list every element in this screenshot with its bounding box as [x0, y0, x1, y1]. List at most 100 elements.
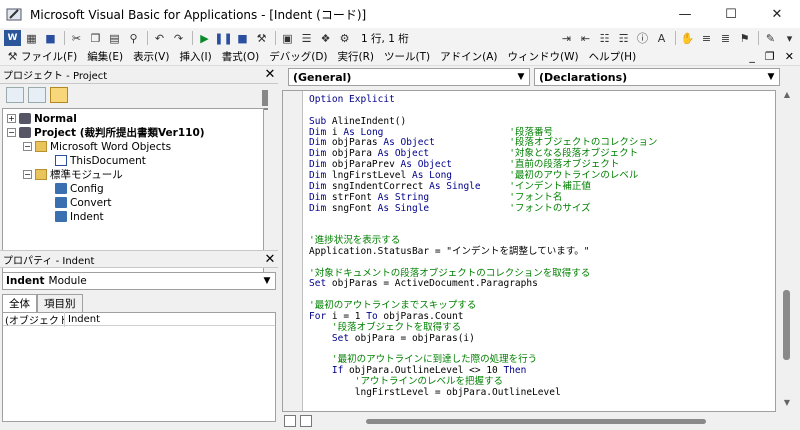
close-button[interactable]: ✕ [754, 0, 800, 28]
object-select[interactable]: Indent Module ▼ [2, 272, 276, 290]
code-line[interactable]: If objPara.OutlineLevel <> 10 Then [309, 366, 527, 376]
toolbox-icon[interactable]: ⚙ [336, 30, 353, 46]
copy-icon[interactable]: ❐ [87, 30, 104, 46]
toolbar-options-icon[interactable]: ▾ [781, 30, 798, 46]
menu-run[interactable]: 実行(R) [338, 49, 375, 64]
menu-file[interactable]: ファイル(F) [21, 49, 77, 64]
scroll-thumb[interactable] [783, 290, 790, 360]
code-line[interactable]: Set objParas = ActiveDocument.Paragraphs [309, 279, 538, 289]
full-module-view-icon[interactable] [300, 415, 312, 427]
tree-item-indent[interactable]: Indent [55, 210, 104, 223]
run-icon[interactable]: ▶ [196, 30, 213, 46]
scroll-thumb[interactable] [366, 419, 706, 424]
reset-icon[interactable]: ■ [234, 30, 251, 46]
procedure-combo[interactable]: (Declarations) ▼ [534, 68, 780, 86]
procedure-view-icon[interactable] [284, 415, 296, 427]
code-horizontal-scrollbar[interactable] [316, 415, 796, 427]
bookmark-icon[interactable]: ⚑ [736, 30, 753, 46]
scroll-down-icon[interactable]: ▼ [778, 398, 796, 412]
list-constants-icon[interactable]: ☶ [615, 30, 632, 46]
project-explorer-splitter[interactable] [262, 90, 268, 110]
child-restore-button[interactable]: ❐ [765, 50, 775, 63]
break-icon[interactable]: ❚❚ [214, 30, 232, 46]
save-icon[interactable]: ■ [42, 30, 59, 46]
scroll-up-icon[interactable]: ▲ [778, 90, 796, 104]
view-object-icon[interactable] [28, 87, 46, 103]
tree-item-word-objects[interactable]: − Microsoft Word Objects [23, 140, 171, 153]
code-line[interactable]: 'アウトラインのレベルを把握する [309, 377, 503, 387]
list-members-icon[interactable]: ☷ [596, 30, 613, 46]
toggle-folders-icon[interactable] [50, 87, 68, 103]
maximize-button[interactable]: ☐ [708, 0, 754, 28]
code-line[interactable]: Dim objPara As Object '対象となる段落オブジェクト [309, 149, 638, 159]
design-mode-icon[interactable]: ⚒ [253, 30, 270, 46]
tree-item-thisdocument[interactable]: ThisDocument [55, 154, 146, 167]
chevron-down-icon[interactable]: ▼ [259, 276, 275, 286]
properties-window-icon[interactable]: ☰ [298, 30, 315, 46]
chevron-down-icon[interactable]: ▼ [763, 72, 779, 82]
code-line[interactable]: Set objPara = objParas(i) [309, 333, 475, 344]
code-line[interactable]: Dim strFont As String 'フォント名 [309, 192, 562, 203]
tree-item-project[interactable]: − Project (裁判所提出書類Ver110) [7, 126, 205, 139]
project-explorer-close-button[interactable]: ✕ [262, 67, 278, 83]
paste-icon[interactable]: ▤ [106, 30, 123, 46]
menu-insert[interactable]: 挿入(I) [179, 49, 211, 64]
outdent-icon[interactable]: ⇤ [577, 30, 594, 46]
toggle-breakpoint-icon[interactable]: ✋ [679, 30, 696, 46]
code-line[interactable]: '最初のアウトラインまでスキップする [309, 301, 476, 311]
code-line[interactable]: Application.StatusBar = "インデントを調整しています。" [309, 246, 589, 257]
undo-icon[interactable]: ↶ [151, 30, 168, 46]
menu-addins[interactable]: アドイン(A) [440, 49, 497, 64]
code-line[interactable]: Dim lngFirstLevel As Long '最初のアウトラインのレベル [309, 170, 638, 181]
vba-menu-icon[interactable]: ⚒ [6, 49, 19, 65]
code-line[interactable]: Dim objParaPrev As Object '直前の段落オブジェクト [309, 160, 619, 170]
comment-block-icon[interactable]: ≡ [698, 30, 715, 46]
code-editor[interactable]: Option Explicit Sub AlineIndent() Dim i As… [282, 90, 776, 412]
collapse-icon[interactable]: − [7, 128, 16, 137]
code-line[interactable]: '進捗状況を表示する [309, 236, 400, 246]
properties-close-button[interactable]: ✕ [262, 251, 278, 267]
code-line[interactable]: '対象ドキュメントの段落オブジェクトのコレクションを取得する [309, 268, 590, 279]
uncomment-block-icon[interactable]: ≣ [717, 30, 734, 46]
tree-item-convert[interactable]: Convert [55, 196, 112, 209]
menu-tools[interactable]: ツール(T) [384, 49, 430, 64]
code-line[interactable]: For i = 1 To objParas.Count [309, 312, 463, 322]
view-word-icon[interactable]: W [4, 30, 21, 46]
property-value[interactable]: Indent [65, 314, 100, 325]
indent-icon[interactable]: ⇥ [558, 30, 575, 46]
code-line[interactable]: Option Explicit [309, 95, 395, 105]
tree-item-normal[interactable]: + Normal [7, 112, 77, 125]
code-vertical-scrollbar[interactable]: ▲ ▼ [778, 90, 796, 412]
code-line[interactable]: '段落オブジェクトを取得する [309, 322, 461, 333]
minimize-button[interactable]: — [662, 0, 708, 28]
code-line[interactable]: Dim sngFont As Single 'フォントのサイズ [309, 203, 591, 214]
collapse-icon[interactable]: − [23, 170, 32, 179]
code-line[interactable]: Dim objParas As Object '段落オブジェクトのコレクション [309, 138, 657, 148]
tab-alphabetic[interactable]: 全体 [2, 294, 37, 312]
code-line[interactable]: lngFirstLevel = objPara.OutlineLevel [309, 387, 561, 398]
insert-object-icon[interactable]: ▦ [23, 30, 40, 46]
menu-help[interactable]: ヘルプ(H) [589, 49, 637, 64]
view-code-icon[interactable] [6, 87, 24, 103]
code-line[interactable]: Sub AlineIndent() [309, 116, 406, 127]
property-row[interactable]: (オブジェクト名) Indent [3, 311, 275, 327]
child-close-button[interactable]: ✕ [785, 50, 794, 63]
menu-debug[interactable]: デバッグ(D) [269, 49, 327, 64]
tree-item-standard-modules[interactable]: − 標準モジュール [23, 168, 123, 181]
object-browser-icon[interactable]: ❖ [317, 30, 334, 46]
tree-item-config[interactable]: Config [55, 182, 104, 195]
quick-info-icon[interactable]: ⓘ [634, 30, 651, 46]
child-minimize-button[interactable]: _ [749, 50, 755, 63]
menu-window[interactable]: ウィンドウ(W) [508, 49, 579, 64]
code-line[interactable]: '最初のアウトラインに到達した際の処理を行う [309, 355, 537, 365]
menu-edit[interactable]: 編集(E) [87, 49, 123, 64]
tab-categorized[interactable]: 項目別 [37, 294, 83, 312]
redo-icon[interactable]: ↷ [170, 30, 187, 46]
chevron-down-icon[interactable]: ▼ [513, 72, 529, 82]
object-combo[interactable]: (General) ▼ [288, 68, 530, 86]
next-bookmark-icon[interactable]: ✎ [762, 30, 779, 46]
code-line[interactable]: Dim sngIndentCorrect As Single 'インデント補正値 [309, 181, 591, 192]
menu-view[interactable]: 表示(V) [133, 49, 169, 64]
cut-icon[interactable]: ✂ [68, 30, 85, 46]
find-icon[interactable]: ⚲ [125, 30, 142, 46]
